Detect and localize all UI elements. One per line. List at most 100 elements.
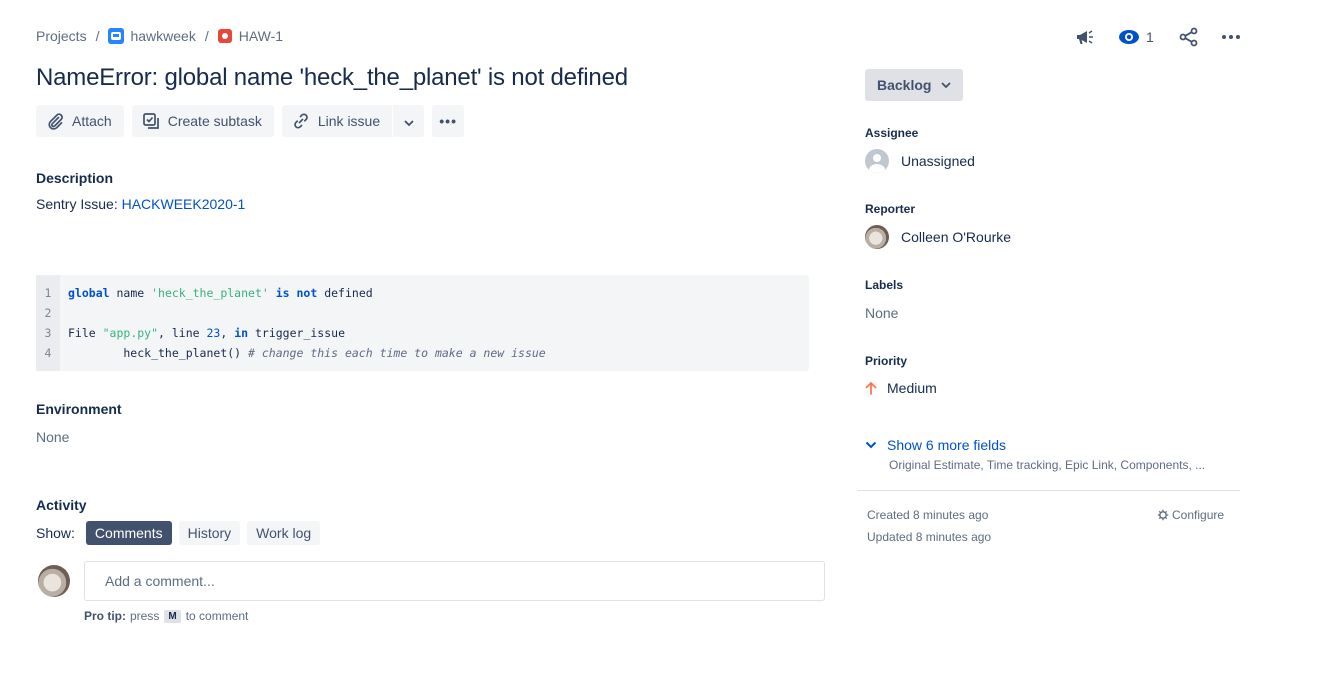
priority-field[interactable]: Medium <box>865 380 937 396</box>
reporter-field[interactable]: Colleen O'Rourke <box>865 225 1011 249</box>
updated-timestamp: Updated 8 minutes ago <box>867 530 992 544</box>
gear-icon <box>1157 509 1169 521</box>
status-label: Backlog <box>877 77 932 93</box>
reporter-avatar <box>865 225 889 249</box>
activity-heading: Activity <box>36 497 87 513</box>
link-issue-label: Link issue <box>317 113 381 129</box>
environment-value[interactable]: None <box>36 429 69 445</box>
code-line: 2 <box>36 303 60 323</box>
hidden-fields-summary: Original Estimate, Time tracking, Epic L… <box>889 458 1206 472</box>
bug-icon <box>217 29 232 43</box>
status-dropdown[interactable]: Backlog <box>865 69 964 101</box>
description-heading: Description <box>36 170 114 186</box>
assignee-value: Unassigned <box>901 153 975 169</box>
code-token: 23 <box>206 326 221 340</box>
watch-eye-icon <box>1116 24 1142 50</box>
tab-work-log[interactable]: Work log <box>247 521 321 545</box>
code-token: "app.py" <box>102 326 159 340</box>
line-number: 1 <box>44 286 52 300</box>
environment-heading: Environment <box>36 401 122 417</box>
pro-tip-label: Pro tip: <box>84 609 126 623</box>
code-token: , line <box>158 326 207 340</box>
labels-label: Labels <box>865 278 904 292</box>
show-more-fields-button[interactable]: Show 6 more fields <box>865 437 1006 453</box>
watch-button[interactable]: 1 <box>1116 24 1154 50</box>
create-subtask-button[interactable]: Create subtask <box>131 105 274 137</box>
code-token: trigger_issue <box>248 326 345 340</box>
pro-tip-press: press <box>130 609 160 623</box>
tab-history[interactable]: History <box>178 521 241 545</box>
show-label: Show: <box>36 525 75 541</box>
code-token: defined <box>317 286 373 300</box>
line-number: 3 <box>44 326 52 340</box>
breadcrumb-project-label: hawkweek <box>130 28 196 44</box>
watch-count: 1 <box>1146 29 1154 45</box>
sentry-issue-link[interactable]: HACKWEEK2020-1 <box>122 196 246 212</box>
code-block: 1 global name 'heck_the_planet' is not de… <box>36 275 809 371</box>
show-more-fields-label: Show 6 more fields <box>887 437 1007 453</box>
code-token: heck_the_planet() <box>68 346 249 360</box>
pro-tip: Pro tip: press M to comment <box>84 609 248 623</box>
tab-comments[interactable]: Comments <box>85 521 172 545</box>
code-token: global <box>68 286 110 300</box>
shortcut-key: M <box>164 609 181 623</box>
chevron-down-icon <box>404 113 414 129</box>
code-line: 3 File "app.py", line 23, in trigger_issu… <box>36 323 345 343</box>
reporter-value: Colleen O'Rourke <box>901 229 1012 245</box>
code-token: 'heck_the_planet' <box>151 286 269 300</box>
pro-tip-rest: to comment <box>185 609 249 623</box>
activity-filter: Show: Comments History Work log <box>36 521 327 545</box>
attach-button[interactable]: Attach <box>36 105 124 137</box>
comment-input[interactable]: Add a comment... <box>84 561 825 601</box>
feedback-megaphone-icon[interactable] <box>1072 24 1098 50</box>
description-text: Sentry Issue: HACKWEEK2020-1 <box>36 196 245 212</box>
code-comment: # change this each time to make a new is… <box>248 346 546 360</box>
breadcrumb-projects[interactable]: Projects <box>36 28 87 44</box>
priority-value: Medium <box>887 380 937 396</box>
paperclip-icon <box>46 112 64 130</box>
link-issue-button[interactable]: Link issue <box>281 105 393 137</box>
subtask-icon <box>142 112 160 130</box>
link-issue-split-button: Link issue <box>281 105 425 137</box>
code-token: is not <box>275 286 318 300</box>
create-subtask-label: Create subtask <box>167 113 262 129</box>
issue-toolbar: Attach Create subtask Link issue ••• <box>36 105 465 137</box>
breadcrumb-separator: / <box>204 28 209 44</box>
line-number: 2 <box>44 306 52 320</box>
configure-button[interactable]: Configure <box>1157 508 1224 522</box>
assignee-field[interactable]: Unassigned <box>865 149 975 173</box>
priority-medium-icon <box>865 381 877 395</box>
breadcrumb-issue-key: HAW-1 <box>238 28 284 44</box>
link-issue-dropdown[interactable] <box>392 105 425 137</box>
code-line: 4 heck_the_planet() # change this each t… <box>36 343 546 363</box>
chevron-down-icon <box>941 82 952 88</box>
breadcrumb: Projects / hawkweek / HAW-1 <box>36 28 283 44</box>
issue-title[interactable]: NameError: global name 'heck_the_planet'… <box>36 64 628 92</box>
created-timestamp: Created 8 minutes ago <box>867 508 989 522</box>
link-icon <box>292 112 310 130</box>
code-token: in <box>234 326 249 340</box>
assignee-label: Assignee <box>865 126 919 140</box>
divider <box>857 490 1240 491</box>
more-icon[interactable] <box>1218 24 1244 50</box>
breadcrumb-issue[interactable]: HAW-1 <box>217 28 284 44</box>
breadcrumb-project[interactable]: hawkweek <box>108 28 196 44</box>
labels-value[interactable]: None <box>865 305 898 321</box>
reporter-label: Reporter <box>865 202 916 216</box>
code-line: 1 global name 'heck_the_planet' is not de… <box>36 283 373 303</box>
avatar <box>38 565 70 597</box>
breadcrumb-separator: / <box>95 28 100 44</box>
line-number: 4 <box>44 346 52 360</box>
configure-label: Configure <box>1172 508 1225 522</box>
code-token: name <box>109 286 152 300</box>
code-token: , <box>220 326 235 340</box>
issue-actions: 1 <box>1072 24 1244 50</box>
chevron-down-icon <box>865 441 877 449</box>
more-actions-button[interactable]: ••• <box>432 105 465 137</box>
description-prefix: Sentry Issue: <box>36 196 122 212</box>
unassigned-user-icon <box>865 149 889 173</box>
code-token: File <box>68 326 103 340</box>
project-avatar-icon <box>108 28 125 44</box>
share-icon[interactable] <box>1176 24 1202 50</box>
